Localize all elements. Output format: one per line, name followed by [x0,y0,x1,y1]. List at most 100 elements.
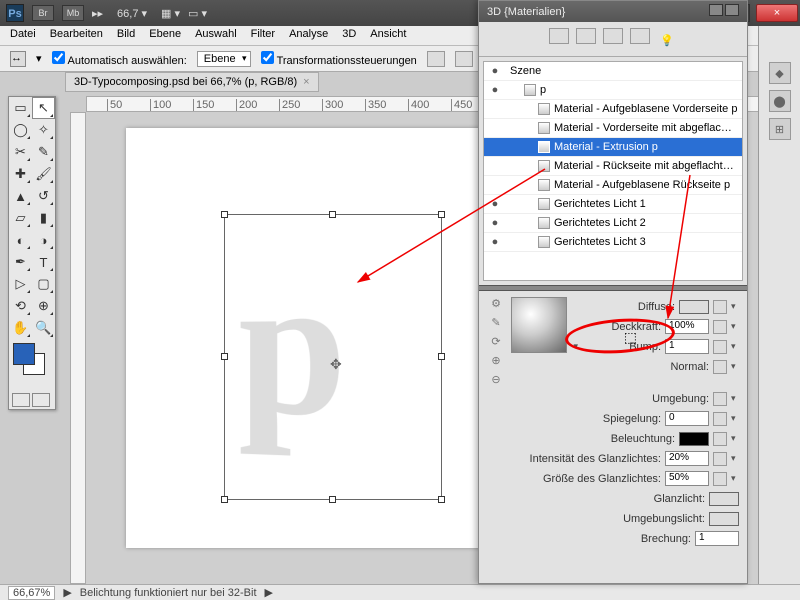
tree-row[interactable]: Material - Aufgeblasene Vorderseite p [484,100,742,119]
handle-tr[interactable] [438,211,445,218]
handle-bl[interactable] [221,496,228,503]
menu-datei[interactable]: Datei [10,28,36,43]
handle-bc[interactable] [329,496,336,503]
shape-tool[interactable]: ▢ [32,273,55,295]
bump-field[interactable]: 1 [665,339,709,354]
tree-row[interactable]: ●Szene [484,62,742,81]
panel-filter-tabs[interactable]: 💡 [479,22,747,57]
visibility-toggle-icon[interactable]: ● [488,84,502,96]
3d-orbit-tool[interactable]: ⊕ [32,295,55,317]
visibility-toggle-icon[interactable]: ● [488,198,502,210]
heal-tool[interactable]: ✚ [9,163,32,185]
history-brush-tool[interactable]: ↺ [32,185,55,207]
mat-tool-3-icon[interactable]: ⟳ [487,335,505,351]
path-select-tool[interactable]: ▷ [9,273,32,295]
brush-tool[interactable]: 🖌 [32,163,55,185]
diffuse-swatch[interactable] [679,300,709,314]
refraction-field[interactable]: 1 [695,531,739,546]
handle-mr[interactable] [438,353,445,360]
move-tool[interactable]: ↖ [32,97,55,119]
bump-texture-button[interactable] [713,340,727,354]
auto-select-checkbox[interactable]: Automatisch auswählen: [52,51,187,67]
tree-row[interactable]: ●Gerichtetes Licht 1 [484,195,742,214]
panel-collapsed-icon-0[interactable]: ◆ [769,62,791,84]
mat-tool-5-icon[interactable]: ⊖ [487,373,505,389]
zoom-field[interactable]: 66,67% [8,586,55,600]
reflection-texture-button[interactable] [713,412,727,426]
panel-window-buttons[interactable] [707,4,739,19]
menu-3d[interactable]: 3D [342,28,356,43]
handle-br[interactable] [438,496,445,503]
opacity-field[interactable]: 100% [665,319,709,334]
3d-rotate-tool[interactable]: ⟲ [9,295,32,317]
menu-bearbeiten[interactable]: Bearbeiten [50,28,103,43]
panel-collapsed-icon-2[interactable]: ⊞ [769,118,791,140]
tree-row[interactable]: ●Gerichtetes Licht 3 [484,233,742,252]
pen-tool[interactable]: ✒ [9,251,32,273]
environment-texture-button[interactable] [713,392,727,406]
foreground-color[interactable] [13,343,35,365]
marquee-tool[interactable]: ▭ [9,97,32,119]
quickmask-toggle[interactable] [12,393,30,407]
gloss-size-texture-button[interactable] [713,472,727,486]
tree-row[interactable]: Material - Vorderseite mit abgeflachten … [484,119,742,138]
panel-header[interactable]: 3D {Materialien} [479,1,747,22]
menu-ebene[interactable]: Ebene [149,28,181,43]
wand-tool[interactable]: ✧ [32,119,55,141]
filter-bulb-icon[interactable]: 💡 [657,34,677,50]
normal-texture-button[interactable] [713,360,727,374]
menu-analyse[interactable]: Analyse [289,28,328,43]
visibility-toggle-icon[interactable]: ● [488,65,502,77]
tree-row[interactable]: ●p [484,81,742,100]
gloss-intensity-texture-button[interactable] [713,452,727,466]
visibility-toggle-icon[interactable]: ● [488,236,502,248]
stamp-tool[interactable]: ▲ [9,185,32,207]
hand-tool[interactable]: ✋ [9,317,32,339]
diffuse-texture-button[interactable] [713,300,727,314]
minibridge-button[interactable]: Mb [62,5,84,21]
lasso-tool[interactable]: ◯ [9,119,32,141]
type-tool[interactable]: T [32,251,55,273]
handle-ml[interactable] [221,353,228,360]
blur-tool[interactable]: ◐ [9,229,32,251]
reflection-field[interactable]: 0 [665,411,709,426]
dodge-tool[interactable]: ◑ [32,229,55,251]
opacity-texture-button[interactable] [713,320,727,334]
color-swatches[interactable] [9,339,55,391]
gloss-intensity-field[interactable]: 20% [665,451,709,466]
zoom-level[interactable]: 66,7 ▾ [117,7,147,20]
align-icon[interactable] [427,51,445,67]
tool-preset-dropdown[interactable]: ▾ [36,52,42,65]
mat-tool-4-icon[interactable]: ⊕ [487,354,505,370]
bridge-button[interactable]: Br [32,5,54,21]
material-preview-sphere[interactable] [511,297,567,353]
status-arrow2-icon[interactable]: ▶ [265,586,273,599]
zoom-tool[interactable]: 🔍 [32,317,55,339]
mat-tool-2-icon[interactable]: ✎ [487,316,505,332]
gloss-size-field[interactable]: 50% [665,471,709,486]
filter-material-icon[interactable] [603,28,623,44]
view-mode-icon[interactable]: ▭ ▾ [188,7,207,20]
filter-light-icon[interactable] [630,28,650,44]
mat-tool-1-icon[interactable]: ⚙ [487,297,505,313]
tree-row[interactable]: Material - Aufgeblasene Rückseite p [484,176,742,195]
gloss-swatch[interactable] [709,492,739,506]
menu-bild[interactable]: Bild [117,28,135,43]
handle-tc[interactable] [329,211,336,218]
auto-select-dropdown[interactable]: Ebene [197,51,251,67]
eraser-tool[interactable]: ▱ [9,207,32,229]
filter-scene-icon[interactable] [549,28,569,44]
window-close-button[interactable]: × [756,4,798,22]
document-close-icon[interactable]: × [303,76,309,88]
eyedropper-tool[interactable]: ✎ [32,141,55,163]
view-rotate-icon[interactable]: ▦ ▾ [161,7,180,20]
menu-filter[interactable]: Filter [251,28,275,43]
transform-controls-checkbox[interactable]: Transformationssteuerungen [261,51,417,67]
ambient-swatch[interactable] [709,512,739,526]
handle-tl[interactable] [221,211,228,218]
gradient-tool[interactable]: ▮ [32,207,55,229]
panel-collapsed-icon-1[interactable]: ⬤ [769,90,791,112]
illumination-swatch[interactable] [679,432,709,446]
scene-tree[interactable]: ●Szene●pMaterial - Aufgeblasene Vorderse… [483,61,743,281]
tree-row[interactable]: Material - Extrusion p [484,138,742,157]
